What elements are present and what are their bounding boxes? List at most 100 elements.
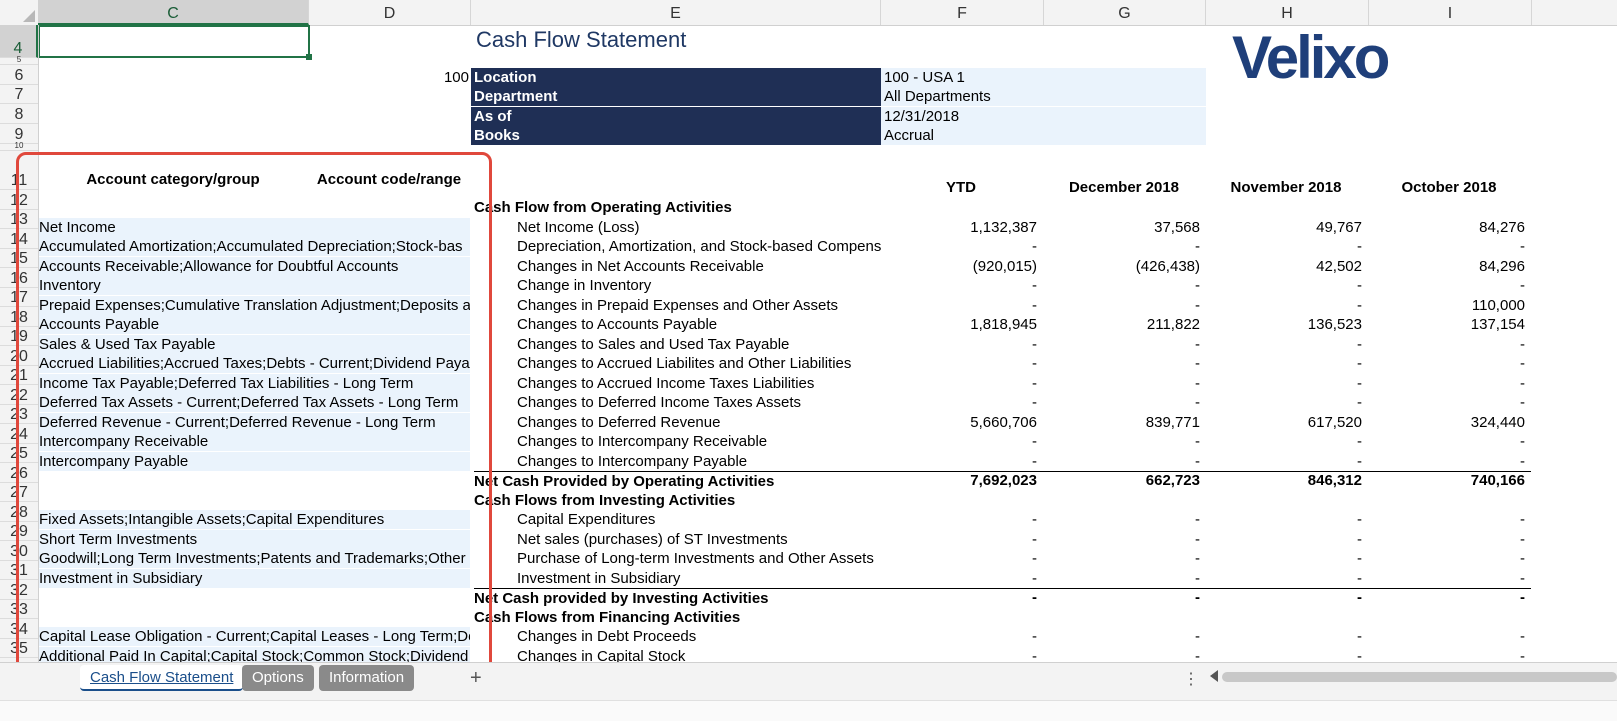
row-header-6[interactable]: 6 [0, 65, 38, 85]
value-cell[interactable]: - [881, 510, 1037, 529]
value-cell[interactable]: - [1206, 569, 1362, 588]
row-header-27[interactable]: 27 [0, 483, 38, 502]
column-header-c[interactable]: C [38, 0, 309, 25]
row-header-35[interactable]: 35 [0, 639, 38, 658]
row-header-20[interactable]: 20 [0, 346, 38, 366]
row-header-14[interactable]: 14 [0, 229, 38, 249]
row-header-11[interactable]: 11 [0, 151, 38, 190]
account-category-cell[interactable]: Deferred Tax Assets - Current;Deferred T… [39, 393, 470, 412]
value-cell[interactable]: - [881, 452, 1037, 471]
tab-information[interactable]: Information [319, 665, 415, 691]
value-cell[interactable]: - [1044, 432, 1200, 451]
line-item-label[interactable]: Changes to Accrued Income Taxes Liabilit… [517, 374, 881, 393]
row-header-22[interactable]: 22 [0, 385, 38, 405]
value-cell[interactable]: - [1369, 374, 1525, 393]
value-cell[interactable]: 1,818,945 [881, 315, 1037, 334]
value-cell[interactable]: - [1206, 374, 1362, 393]
value-cell[interactable]: (426,438) [1044, 257, 1200, 276]
column-header-i[interactable]: I [1369, 0, 1532, 25]
value-cell[interactable]: - [881, 588, 1037, 607]
value-cell[interactable]: - [1044, 549, 1200, 568]
row-header-17[interactable]: 17 [0, 288, 38, 307]
line-item-label[interactable]: Capital Expenditures [517, 510, 881, 529]
value-cell[interactable]: 110,000 [1369, 296, 1525, 315]
line-item-label[interactable]: Changes to Sales and Used Tax Payable [517, 335, 881, 354]
column-header-h[interactable]: H [1206, 0, 1369, 25]
value-cell[interactable]: - [1044, 393, 1200, 412]
row-header-32[interactable]: 32 [0, 580, 38, 600]
row-header-7[interactable]: 7 [0, 85, 38, 104]
line-item-label[interactable]: Changes in Net Accounts Receivable [517, 257, 881, 276]
value-cell[interactable]: - [1369, 549, 1525, 568]
param-value[interactable]: 12/31/2018 [881, 107, 1206, 126]
account-category-cell[interactable]: Sales & Used Tax Payable [39, 334, 470, 354]
line-item-label[interactable]: Changes in Prepaid Expenses and Other As… [517, 296, 881, 315]
value-cell[interactable]: - [1044, 627, 1200, 646]
account-category-cell[interactable]: Income Tax Payable;Deferred Tax Liabilit… [39, 373, 470, 393]
account-category-cell[interactable]: Accumulated Amortization;Accumulated Dep… [39, 237, 470, 256]
row-header-28[interactable]: 28 [0, 502, 38, 522]
value-cell[interactable]: 662,723 [1044, 471, 1200, 490]
value-cell[interactable]: - [1044, 569, 1200, 588]
row-header-15[interactable]: 15 [0, 249, 38, 268]
more-options-icon[interactable]: ⋮ [1183, 669, 1199, 689]
value-cell[interactable]: 839,771 [1044, 413, 1200, 432]
value-cell[interactable]: - [1044, 237, 1200, 256]
column-header-d[interactable]: D [309, 0, 471, 25]
row-header-33[interactable]: 33 [0, 600, 38, 619]
line-item-label[interactable]: Depreciation, Amortization, and Stock-ba… [517, 237, 881, 256]
value-cell[interactable]: 617,520 [1206, 413, 1362, 432]
value-cell[interactable]: 84,296 [1369, 257, 1525, 276]
value-cell[interactable]: - [1044, 354, 1200, 373]
account-category-cell[interactable]: Accrued Liabilities;Accrued Taxes;Debts … [39, 354, 470, 373]
value-cell[interactable]: - [1369, 276, 1525, 295]
select-all-corner[interactable] [0, 0, 39, 25]
line-item-label[interactable]: Purchase of Long-term Investments and Ot… [517, 549, 881, 568]
value-cell[interactable]: - [1206, 627, 1362, 646]
row-header-13[interactable]: 13 [0, 210, 38, 229]
value-cell[interactable]: - [881, 569, 1037, 588]
account-category-cell[interactable]: Investment in Subsidiary [39, 568, 470, 588]
account-category-cell[interactable]: Fixed Assets;Intangible Assets;Capital E… [39, 510, 470, 529]
row-header-25[interactable]: 25 [0, 444, 38, 463]
value-cell[interactable]: - [1044, 296, 1200, 315]
value-cell[interactable]: 740,166 [1369, 471, 1525, 490]
column-header-g[interactable]: G [1044, 0, 1206, 25]
add-sheet-icon[interactable]: + [470, 665, 482, 691]
value-cell[interactable]: - [1369, 588, 1525, 607]
row-header-8[interactable]: 8 [0, 104, 38, 124]
value-cell[interactable]: (920,015) [881, 257, 1037, 276]
row-header-31[interactable]: 31 [0, 561, 38, 580]
section-heading[interactable]: Cash Flows from Financing Activities [474, 608, 1531, 627]
value-cell[interactable]: - [1206, 393, 1362, 412]
row-header-30[interactable]: 30 [0, 541, 38, 561]
value-cell[interactable]: - [1369, 335, 1525, 354]
line-item-label[interactable]: Investment in Subsidiary [517, 569, 881, 588]
row-header-4[interactable]: 4 [0, 25, 38, 58]
value-cell[interactable]: - [1206, 588, 1362, 607]
value-cell[interactable]: 84,276 [1369, 218, 1525, 237]
row-header-23[interactable]: 23 [0, 405, 38, 424]
value-cell[interactable]: - [881, 627, 1037, 646]
value-cell[interactable]: - [1206, 354, 1362, 373]
value-cell[interactable]: 1,132,387 [881, 218, 1037, 237]
value-cell[interactable]: - [1206, 510, 1362, 529]
value-cell[interactable]: - [1044, 374, 1200, 393]
account-category-cell[interactable]: Goodwill;Long Term Investments;Patents a… [39, 549, 470, 568]
fill-handle[interactable] [306, 54, 312, 60]
value-cell[interactable]: 137,154 [1369, 315, 1525, 334]
value-cell[interactable]: 42,502 [1206, 257, 1362, 276]
row-header-16[interactable]: 16 [0, 268, 38, 288]
value-cell[interactable]: - [1044, 335, 1200, 354]
column-header-e[interactable]: E [471, 0, 881, 25]
value-cell[interactable]: - [881, 354, 1037, 373]
value-cell[interactable]: - [1206, 276, 1362, 295]
value-cell[interactable]: - [1044, 510, 1200, 529]
value-cell[interactable]: - [881, 374, 1037, 393]
row-header-5[interactable]: 5 [0, 56, 38, 65]
column-header-f[interactable]: F [881, 0, 1044, 25]
line-item-label[interactable]: Changes to Accounts Payable [517, 315, 881, 334]
account-category-cell[interactable]: Prepaid Expenses;Cumulative Translation … [39, 295, 470, 315]
account-category-cell[interactable]: Capital Lease Obligation - Current;Capit… [39, 627, 470, 646]
value-cell[interactable]: - [1369, 432, 1525, 451]
